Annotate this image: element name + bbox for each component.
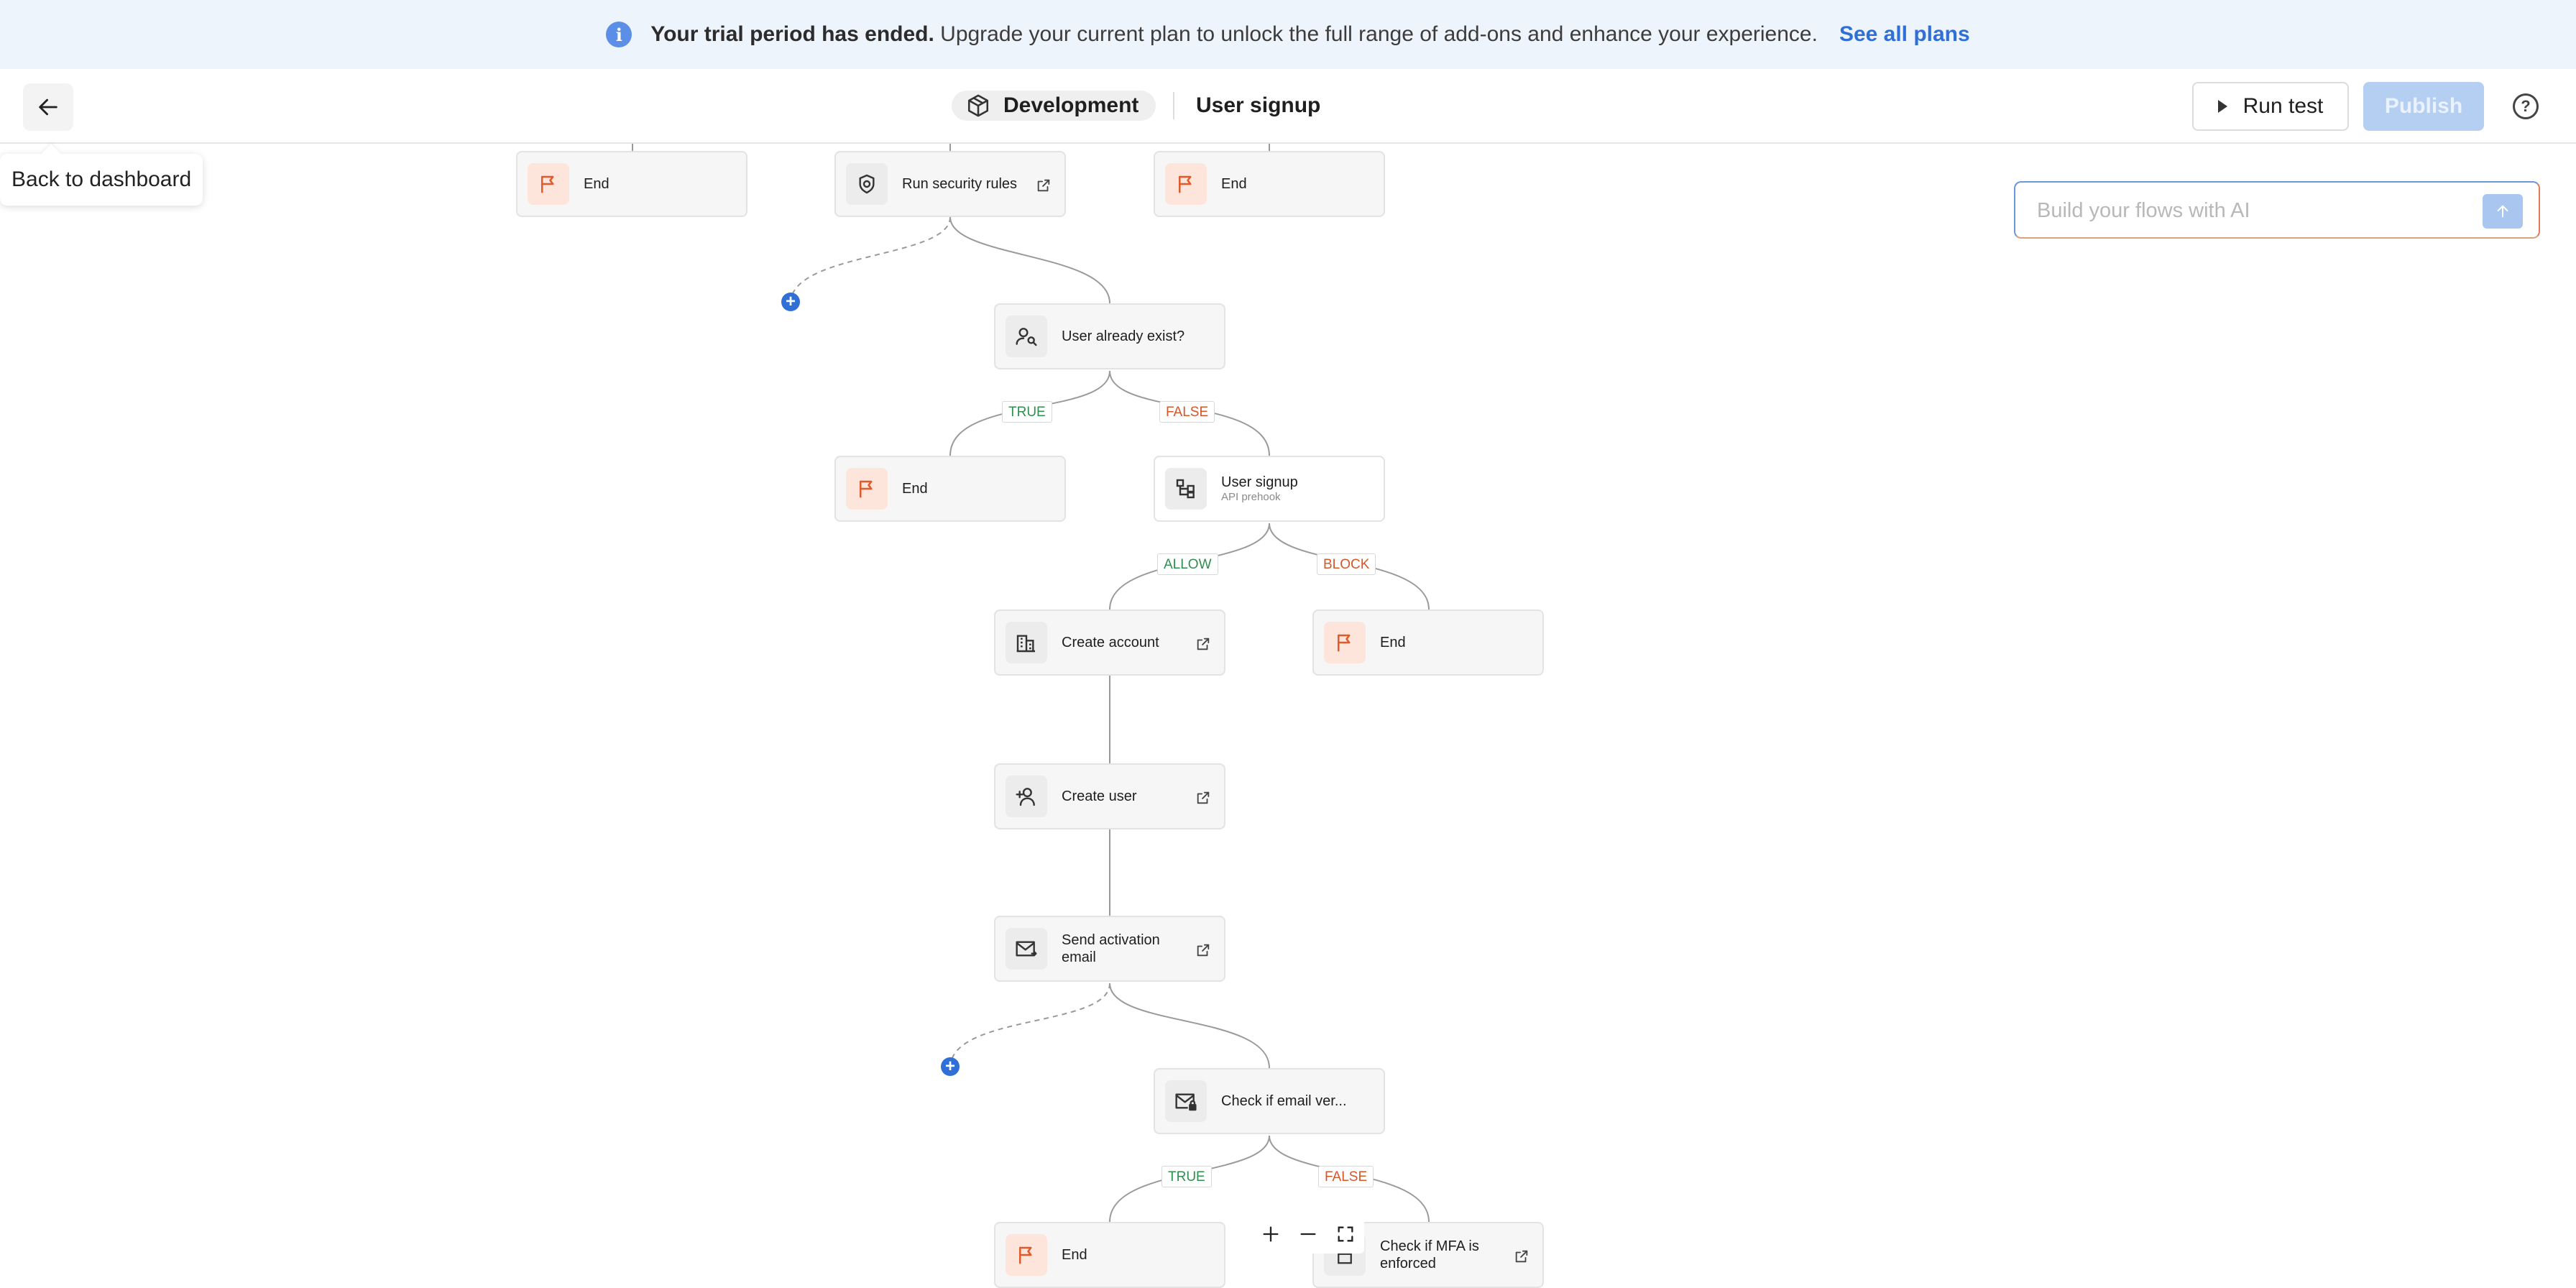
- add-step-button[interactable]: +: [781, 293, 800, 311]
- flag-icon: [528, 163, 569, 205]
- flow-title: User signup: [1196, 93, 1321, 117]
- external-link-icon[interactable]: [1195, 636, 1211, 652]
- node-label: Send activation email: [1062, 932, 1160, 965]
- add-step-button[interactable]: +: [941, 1057, 960, 1076]
- play-icon: [2217, 100, 2227, 113]
- arrow-up-icon: [2497, 205, 2508, 218]
- node-create-account[interactable]: Create account: [994, 610, 1225, 676]
- external-link-icon[interactable]: [1036, 178, 1052, 193]
- edge-label-false: FALSE: [1318, 1166, 1374, 1187]
- node-send-activation-email[interactable]: Send activation email: [994, 916, 1225, 982]
- header-divider: [1173, 92, 1174, 119]
- back-tooltip: Back to dashboard: [0, 154, 203, 206]
- mail-send-icon: [1006, 928, 1047, 970]
- node-end[interactable]: End: [1154, 151, 1385, 217]
- edge-label-false: FALSE: [1159, 401, 1215, 423]
- ai-send-button[interactable]: [2483, 194, 2523, 229]
- flag-icon: [1165, 163, 1207, 205]
- node-end[interactable]: End: [834, 456, 1066, 522]
- node-label-group: User signup API prehook: [1221, 474, 1298, 504]
- edge-label-block: BLOCK: [1317, 553, 1376, 575]
- user-add-icon: [1006, 776, 1047, 817]
- fit-view-icon[interactable]: [1335, 1224, 1356, 1244]
- ai-prompt-box: [2014, 181, 2540, 239]
- edge-label-true: TRUE: [1162, 1166, 1212, 1187]
- external-link-icon[interactable]: [1195, 790, 1211, 806]
- node-run-security-rules[interactable]: Run security rules: [834, 151, 1066, 217]
- zoom-controls: [1252, 1215, 1364, 1254]
- flag-icon: [1006, 1234, 1047, 1276]
- shield-icon: [846, 163, 888, 205]
- node-label: Create user: [1062, 788, 1137, 804]
- edge-email-check: [1109, 983, 1270, 1069]
- mail-lock-icon: [1165, 1080, 1207, 1122]
- publish-label: Publish: [2384, 94, 2463, 118]
- edge-label-allow: ALLOW: [1157, 553, 1218, 575]
- flag-icon: [1324, 622, 1366, 663]
- node-label: End: [584, 176, 610, 192]
- edge-security-add: [790, 216, 951, 304]
- edge-security-user-exist: [949, 216, 1110, 304]
- publish-button[interactable]: Publish: [2363, 82, 2484, 131]
- node-label: Run security rules: [902, 176, 1018, 192]
- node-label: Create account: [1062, 635, 1159, 650]
- node-label: End: [1062, 1247, 1087, 1263]
- external-link-icon[interactable]: [1195, 942, 1211, 958]
- node-user-already-exist[interactable]: User already exist?: [994, 303, 1225, 369]
- flow-canvas[interactable]: End Run security rules End + User alread…: [0, 144, 2576, 1288]
- environment-selector[interactable]: Development: [952, 91, 1156, 121]
- run-test-button[interactable]: Run test: [2192, 82, 2349, 131]
- node-sublabel: API prehook: [1221, 491, 1281, 503]
- node-label: Check if MFA is enforced: [1380, 1238, 1479, 1271]
- node-end[interactable]: End: [994, 1222, 1225, 1288]
- external-link-icon[interactable]: [1514, 1248, 1530, 1264]
- ai-prompt-input[interactable]: [2036, 194, 2470, 227]
- cube-icon: [967, 94, 989, 117]
- arrow-left-icon: [39, 98, 58, 116]
- node-label: Check if email ver...: [1221, 1093, 1347, 1109]
- back-button[interactable]: [23, 83, 73, 131]
- building-icon: [1006, 622, 1047, 663]
- node-end[interactable]: End: [1312, 610, 1544, 676]
- node-label: End: [902, 481, 928, 497]
- banner-text: Upgrade your current plan to unlock the …: [934, 22, 1818, 46]
- node-label: End: [1380, 635, 1406, 650]
- see-all-plans-link[interactable]: See all plans: [1839, 22, 1970, 47]
- help-circle-icon[interactable]: ?: [2513, 93, 2539, 119]
- node-label: User already exist?: [1062, 328, 1185, 344]
- info-icon: i: [606, 22, 632, 47]
- run-test-label: Run test: [2242, 94, 2324, 118]
- banner-bold-text: Your trial period has ended.: [650, 22, 934, 46]
- node-create-user[interactable]: Create user: [994, 763, 1225, 829]
- edge-email-add: [949, 983, 1110, 1069]
- environment-label: Development: [1003, 93, 1139, 117]
- hierarchy-icon: [1165, 468, 1207, 510]
- user-search-icon: [1006, 316, 1047, 357]
- node-label: End: [1221, 176, 1247, 192]
- edge-label-true: TRUE: [1002, 401, 1052, 423]
- node-label: User signup: [1221, 474, 1298, 490]
- top-bar: Development User signup Run test Publish…: [0, 69, 2576, 144]
- node-check-email-verified[interactable]: Check if email ver...: [1154, 1068, 1385, 1134]
- node-end[interactable]: End: [516, 151, 748, 217]
- trial-banner: i Your trial period has ended. Upgrade y…: [0, 0, 2576, 69]
- zoom-in-icon[interactable]: [1261, 1224, 1281, 1244]
- flag-icon: [846, 468, 888, 510]
- zoom-out-icon[interactable]: [1298, 1224, 1318, 1244]
- node-user-signup-hook[interactable]: User signup API prehook: [1154, 456, 1385, 522]
